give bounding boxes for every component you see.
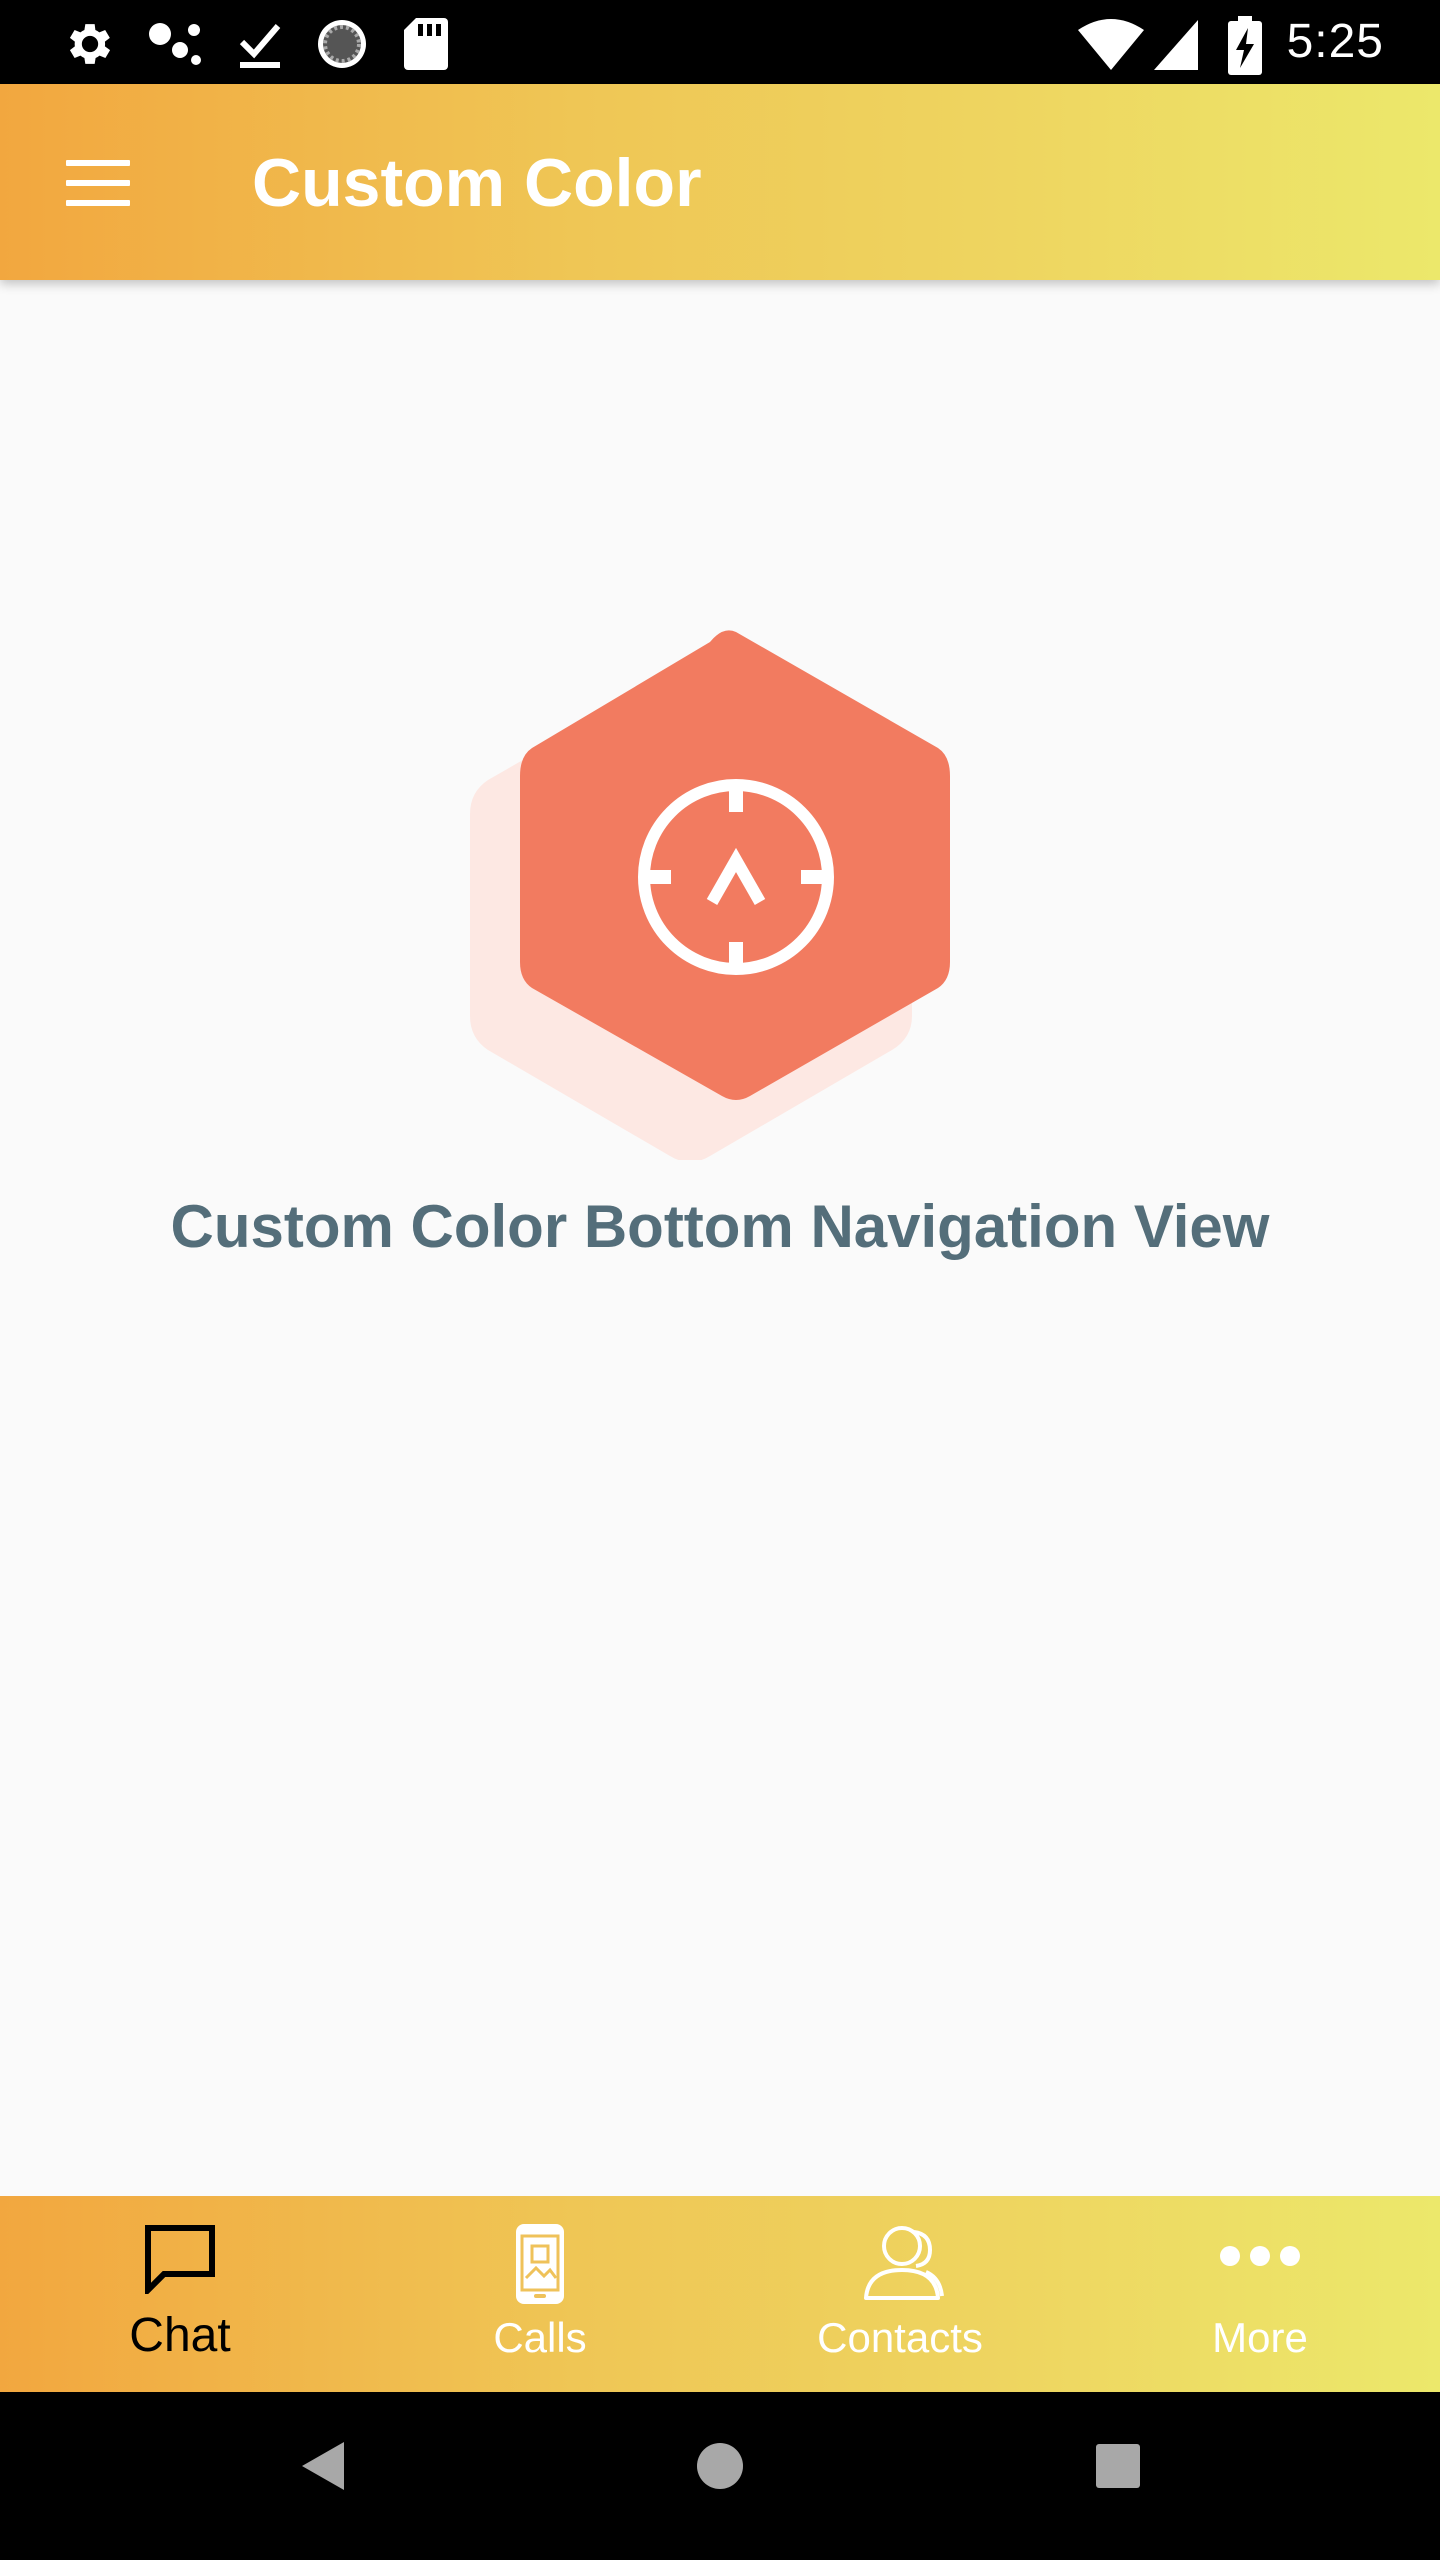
nav-label: More <box>1212 2314 1308 2361</box>
nav-label: Calls <box>493 2314 587 2361</box>
status-time: 5:25 <box>1286 15 1384 68</box>
more-dots-icon <box>1220 2246 1300 2266</box>
sync-icon <box>318 20 366 68</box>
sd-card-icon <box>404 18 448 70</box>
nav-item-more[interactable]: More <box>1080 2196 1440 2392</box>
message-text: Custom Color Bottom Navigation View <box>170 1193 1270 1260</box>
nav-item-chat[interactable]: Chat <box>0 2196 360 2392</box>
nav-item-contacts[interactable]: Contacts <box>720 2196 1080 2392</box>
nav-label: Contacts <box>817 2314 983 2361</box>
battery-charging-icon <box>1228 16 1262 75</box>
page-title: Custom Color <box>252 145 702 221</box>
dots-icon <box>149 23 201 65</box>
contacts-icon <box>864 2226 944 2300</box>
system-navigation-bar <box>0 2392 1440 2560</box>
status-bar: 5:25 <box>0 0 1440 84</box>
nav-label: Chat <box>129 2309 231 2362</box>
crosshair-hexagon-icon <box>470 630 950 1160</box>
download-done-icon <box>239 24 281 68</box>
wifi-icon <box>1078 19 1144 70</box>
home-icon[interactable] <box>696 2436 744 2496</box>
chat-bubble-icon <box>145 2225 215 2294</box>
recents-icon[interactable] <box>1096 2436 1140 2496</box>
gear-icon <box>69 24 111 64</box>
bottom-navigation: Chat Calls Contacts More <box>0 2196 1440 2392</box>
signal-icon <box>1154 20 1198 70</box>
app-bar: Custom Color <box>0 84 1440 280</box>
phone-icon <box>516 2224 564 2304</box>
hamburger-menu-icon[interactable] <box>66 160 130 208</box>
nav-item-calls[interactable]: Calls <box>360 2196 720 2392</box>
back-icon[interactable] <box>296 2436 350 2496</box>
